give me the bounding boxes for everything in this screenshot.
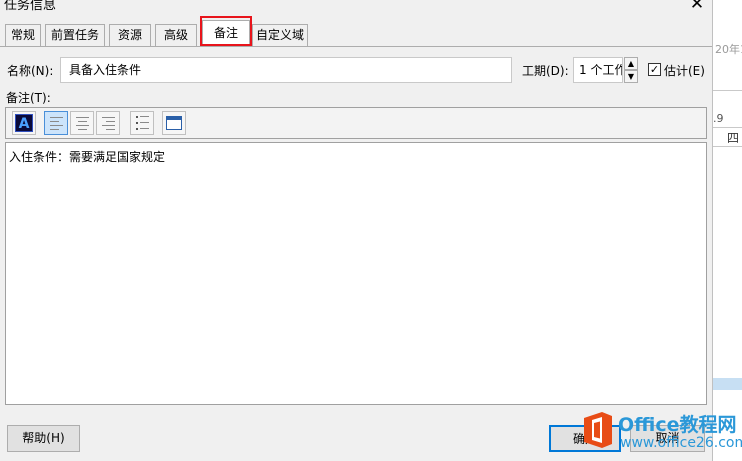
name-input[interactable]: 具备入住条件: [60, 57, 512, 83]
align-right-icon[interactable]: [96, 111, 120, 135]
help-button[interactable]: 帮助(H): [7, 425, 80, 452]
duration-input[interactable]: 1 个工作日: [573, 57, 623, 83]
font-icon[interactable]: A: [12, 111, 36, 135]
gantt-timescale-header: 20年1: [715, 43, 742, 56]
gantt-day-label: 四: [727, 131, 740, 145]
notes-toolbar: A: [5, 107, 707, 139]
gantt-column-label: .9: [713, 112, 724, 125]
gantt-divider: [713, 146, 742, 147]
duration-spin-up-icon[interactable]: ▲: [624, 57, 638, 70]
tab-custom-fields[interactable]: 自定义域: [252, 24, 308, 46]
align-left-icon[interactable]: [44, 111, 68, 135]
estimate-checkbox[interactable]: ✓: [648, 63, 661, 76]
dialog-title: 任务信息: [4, 0, 57, 13]
duration-spin-down-icon[interactable]: ▼: [624, 70, 638, 83]
gantt-divider: [713, 90, 742, 91]
tab-strip-divider: [0, 46, 712, 47]
close-icon[interactable]: ✕: [686, 0, 708, 14]
tab-general[interactable]: 常规: [5, 24, 41, 46]
watermark-url: www.office26.com: [620, 435, 742, 451]
tab-predecessors[interactable]: 前置任务: [45, 24, 105, 46]
font-glyph: A: [15, 114, 33, 132]
bullets-icon[interactable]: [130, 111, 154, 135]
tab-advanced[interactable]: 高级: [155, 24, 197, 46]
notes-label: 备注(T):: [6, 91, 51, 105]
estimate-label: 估计(E): [664, 64, 705, 78]
name-label: 名称(N):: [7, 64, 54, 78]
insert-object-icon[interactable]: [162, 111, 186, 135]
tab-resources[interactable]: 资源: [109, 24, 151, 46]
gantt-selected-row: [713, 378, 742, 390]
tab-highlight-box: [200, 16, 252, 46]
task-info-dialog: 任务信息 ✕ 常规 前置任务 资源 高级 备注 自定义域 名称(N): 具备入住…: [0, 0, 712, 461]
align-center-icon[interactable]: [70, 111, 94, 135]
watermark-brand: Office教程网: [618, 414, 737, 436]
office-watermark: Office教程网 www.office26.com: [578, 408, 742, 461]
notes-textarea[interactable]: 入住条件：需要满足国家规定: [5, 142, 707, 405]
office-logo-icon: [584, 412, 612, 448]
duration-label: 工期(D):: [522, 64, 569, 78]
background-gantt-view: 20年1 .9 四: [712, 0, 742, 461]
gantt-divider: [713, 127, 742, 128]
